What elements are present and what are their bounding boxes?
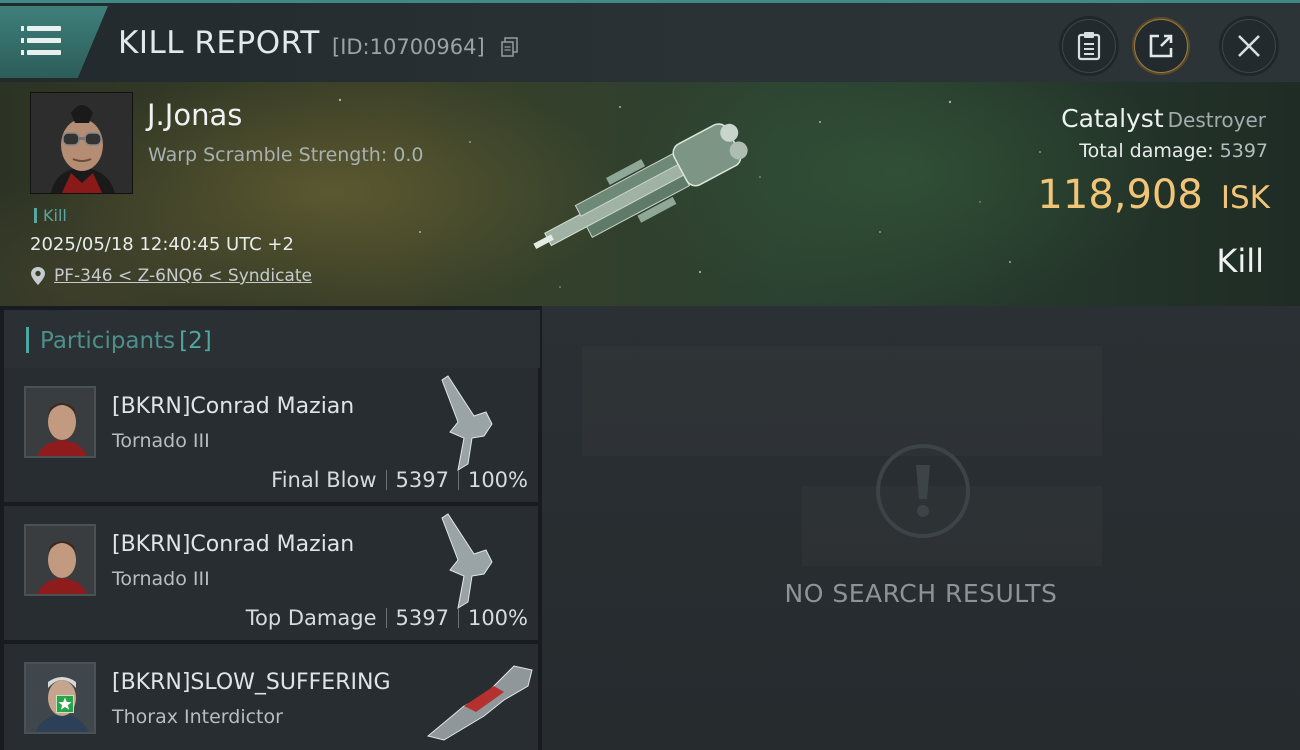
participant-ship-image[interactable] (424, 656, 536, 742)
participant-role: Final Blow (271, 468, 377, 492)
ship-class: Destroyer (1167, 108, 1266, 132)
divider (457, 608, 459, 628)
location-link[interactable]: PF-346 < Z-6NQ6 < Syndicate (54, 266, 312, 286)
total-damage: Total damage: 5397 (1079, 140, 1268, 162)
total-damage-value: 5397 (1219, 140, 1268, 162)
exclamation-circle-icon (876, 444, 970, 538)
participant-ship-image[interactable] (428, 372, 518, 472)
participant-name[interactable]: [BKRN]Conrad Mazian (112, 394, 354, 419)
location-pin-icon (31, 267, 45, 285)
pilot-portrait-image (26, 526, 94, 594)
tab-accent (26, 327, 29, 353)
total-damage-label: Total damage: (1079, 140, 1214, 162)
share-button[interactable] (1134, 19, 1188, 73)
pilot-portrait-image (31, 93, 132, 193)
results-panel: NO SEARCH RESULTS (542, 306, 1300, 750)
participant-ship: Tornado III (112, 568, 210, 590)
star-badge-icon (56, 695, 74, 713)
kill-tag: Kill (34, 206, 67, 225)
divider (385, 470, 387, 490)
close-icon (1238, 35, 1260, 57)
victim-ship[interactable]: Catalyst Destroyer (1061, 104, 1266, 133)
participant-name[interactable]: [BKRN]SLOW_SUFFERING (112, 670, 391, 695)
divider (385, 608, 387, 628)
isk-value: 118,908 ISK (1037, 172, 1270, 218)
participant-row[interactable]: [BKRN]SLOW_SUFFERING Thorax Interdictor (4, 644, 538, 750)
no-results-message: NO SEARCH RESULTS (784, 579, 1058, 608)
hamburger-menu-icon (21, 26, 61, 31)
participant-name[interactable]: [BKRN]Conrad Mazian (112, 532, 354, 557)
participant-row[interactable]: [BKRN]Conrad Mazian Tornado III Top Dama… (4, 506, 538, 640)
participants-tab[interactable]: Participants [2] (4, 310, 540, 368)
kill-id: [ID:10700964] (332, 35, 485, 59)
report-kind: Kill (1216, 242, 1264, 280)
victim-portrait[interactable] (30, 92, 133, 194)
participant-damage: 5397 (395, 468, 449, 492)
avatar (24, 524, 96, 596)
participant-damage: 5397 (395, 606, 449, 630)
pilot-portrait-image (26, 388, 94, 456)
clipboard-button[interactable] (1062, 19, 1116, 73)
isk-unit: ISK (1220, 180, 1270, 216)
background-decoration (582, 346, 1102, 456)
kill-datetime: 2025/05/18 12:40:45 UTC +2 (30, 234, 294, 255)
close-button[interactable] (1222, 19, 1276, 73)
participant-role: Top Damage (245, 606, 377, 630)
victim-name[interactable]: J.Jonas (147, 98, 242, 132)
participant-percent: 100% (467, 468, 528, 492)
ship-name: Catalyst (1061, 104, 1164, 133)
warp-scramble-strength: Warp Scramble Strength: 0.0 (148, 144, 424, 166)
divider (457, 470, 459, 490)
share-icon (1149, 34, 1173, 58)
isk-amount: 118,908 (1037, 172, 1203, 218)
participants-count: [2] (179, 328, 212, 354)
top-bar: KILL REPORT [ID:10700964] (0, 0, 1300, 82)
hamburger-line (21, 38, 61, 43)
page-title: KILL REPORT (118, 25, 320, 61)
participant-percent: 100% (467, 606, 528, 630)
kill-location[interactable]: PF-346 < Z-6NQ6 < Syndicate (30, 266, 312, 286)
avatar (24, 386, 96, 458)
clipboard-icon (1077, 32, 1101, 61)
participant-row[interactable]: [BKRN]Conrad Mazian Tornado III Final Bl… (4, 368, 538, 502)
copy-icon[interactable] (501, 37, 518, 57)
participant-ship: Thorax Interdictor (112, 706, 283, 728)
victim-ship-image[interactable] (516, 118, 786, 258)
participant-stats: Final Blow 5397 100% (271, 468, 528, 492)
participant-stats: Top Damage 5397 100% (246, 606, 528, 630)
menu-button[interactable] (0, 6, 108, 78)
participant-ship-image[interactable] (428, 510, 518, 610)
hamburger-line (21, 50, 61, 55)
participant-ship: Tornado III (112, 430, 210, 452)
participants-label: Participants (40, 328, 176, 354)
participants-header-label: Participants [2] (40, 328, 212, 354)
victim-banner: J.Jonas Warp Scramble Strength: 0.0 Kill… (0, 82, 1300, 306)
participants-panel: Participants [2] [BKRN]Conrad Mazian Torn… (0, 306, 542, 750)
